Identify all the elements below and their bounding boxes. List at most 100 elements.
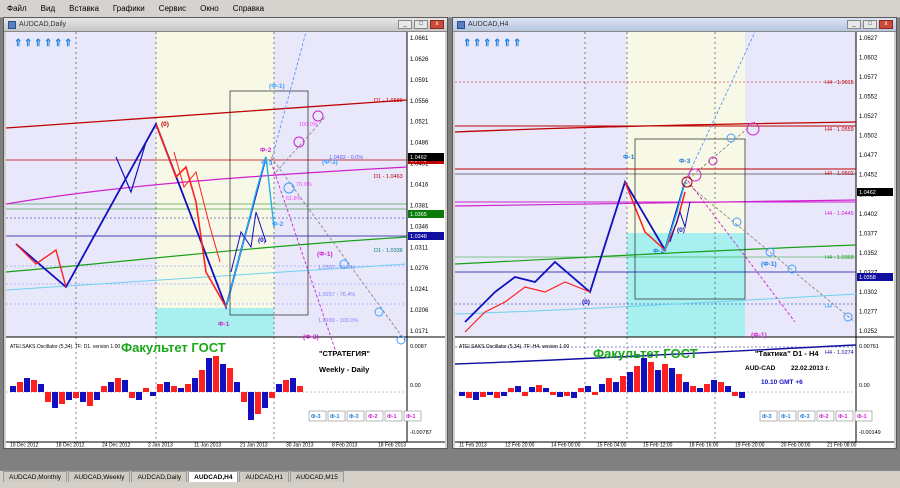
- date-tick-label: 15 Feb 04:00: [597, 443, 627, 449]
- chart-titlebar-daily[interactable]: AUDCAD,Daily _ □ x: [4, 18, 447, 32]
- note-text: "СТРАТЕГИЯ": [319, 349, 370, 358]
- oscillator-bar: [213, 356, 219, 392]
- oscillator-bar: [494, 392, 500, 398]
- date-tick-label: 11 Feb 2013: [459, 443, 487, 449]
- wave-button-label: Ф-1: [387, 414, 397, 420]
- note-text: Weekly - Daily: [319, 365, 370, 374]
- date-tick-label: 21 Jan 2013: [240, 443, 268, 449]
- menu-bar: Файл Вид Вставка Графики Сервис Окно Справка: [0, 0, 900, 18]
- level-label: 61.8%: [286, 196, 302, 202]
- note-text: 10.10 GMT +6: [761, 379, 803, 386]
- oscillator-bar: [108, 382, 114, 392]
- osc-scale-label: 0.00: [859, 383, 870, 389]
- menu-item-0[interactable]: Файл: [0, 0, 34, 17]
- level-label: H4 - 1.0502: [825, 171, 854, 177]
- price-tick-label: 1.0416: [410, 183, 429, 189]
- date-tick-label: 24 Dec 2012: [102, 443, 131, 449]
- menu-item-2[interactable]: Вставка: [62, 0, 106, 17]
- chart-icon: [457, 20, 465, 29]
- oscillator-bar: [732, 392, 738, 396]
- menu-item-3[interactable]: Графики: [106, 0, 152, 17]
- price-tick-label: 1.0241: [410, 287, 429, 293]
- price-tick-label: 1.0486: [410, 141, 429, 147]
- oscillator-bar: [192, 378, 198, 392]
- chart-svg-h4[interactable]: 1.0627 1.0602 1.0577 1.0552 1.0527 1.0502 1.04…: [455, 32, 894, 448]
- maximize-button[interactable]: □: [863, 20, 877, 29]
- price-tick-label: 1.0577: [859, 75, 878, 81]
- current-price-label: 1.0462: [859, 190, 876, 196]
- chart-title-daily: AUDCAD,Daily: [19, 21, 67, 28]
- menu-item-1[interactable]: Вид: [34, 0, 62, 17]
- date-tick-label: 30 Jan 2013: [286, 443, 314, 449]
- oscillator-bar: [599, 384, 605, 392]
- oscillator-bar: [241, 392, 247, 402]
- level-label: H4 - 1.0368: [825, 255, 854, 261]
- oscillator-bar: [536, 385, 542, 392]
- menu-item-4[interactable]: Сервис: [152, 0, 193, 17]
- note-text: AUD-CAD: [745, 365, 776, 372]
- oscillator-bar: [669, 368, 675, 392]
- close-button[interactable]: x: [879, 20, 893, 29]
- chart-titlebar-h4[interactable]: AUDCAD,H4 _ □ x: [453, 18, 896, 32]
- menu-item-5[interactable]: Окно: [193, 0, 226, 17]
- oscillator-bar: [655, 370, 661, 392]
- menu-item-6[interactable]: Справка: [226, 0, 271, 17]
- level-label: 70.0%: [296, 182, 312, 188]
- oscillator-bar: [136, 392, 142, 400]
- cyan-zone: [156, 308, 274, 337]
- watermark-text: Факультет ГОСТ: [121, 340, 226, 355]
- wave-button-label: Ф-2: [819, 414, 829, 420]
- date-tick-label: 21 Feb 08:00: [827, 443, 857, 449]
- price-tick-label: 1.0352: [859, 251, 878, 257]
- oscillator-bar: [24, 378, 30, 392]
- oscillator-bar: [480, 392, 486, 397]
- up-arrow-icon: ⇑: [54, 38, 62, 49]
- wave-button-label: Ф-1: [781, 414, 791, 420]
- chart-canvas-daily[interactable]: 1.0661 1.0626 1.0591 1.0556 1.0521 1.0486 1.04…: [6, 32, 445, 448]
- oscillator-bar: [297, 386, 303, 392]
- wave-button-label: Ф-3: [762, 414, 772, 420]
- price-tag-label: 1.0348: [410, 234, 427, 240]
- wave-label: Ф-3: [679, 158, 691, 165]
- wave-button-label: Ф-2: [368, 414, 378, 420]
- oscillator-bar: [515, 386, 521, 392]
- oscillator-bar: [17, 382, 23, 392]
- oscillator-bar: [234, 382, 240, 392]
- minimize-button[interactable]: _: [847, 20, 861, 29]
- price-tick-label: 1.0402: [859, 212, 878, 218]
- level-label: H4 - 1.0274: [825, 350, 854, 356]
- chart-canvas-h4[interactable]: 1.0627 1.0602 1.0577 1.0552 1.0527 1.0502 1.04…: [455, 32, 894, 448]
- oscillator-bar: [473, 392, 479, 400]
- price-tick-label: 1.0591: [410, 78, 429, 84]
- minimize-button[interactable]: _: [398, 20, 412, 29]
- date-tick-label: 10 Dec 2012: [10, 443, 39, 449]
- chart-svg-daily[interactable]: 1.0661 1.0626 1.0591 1.0556 1.0521 1.0486 1.04…: [6, 32, 445, 448]
- chart-window-h4[interactable]: AUDCAD,H4 _ □ x 1.0627 1.0602 1.0577 1.0552…: [452, 17, 897, 449]
- oscillator-bar: [690, 386, 696, 392]
- wave-label: (Ф-1): [317, 251, 333, 258]
- oscillator-bar: [52, 392, 58, 408]
- up-arrow-icon: ⇑: [483, 38, 491, 49]
- oscillator-bar: [557, 392, 563, 397]
- date-tick-label: 15 Feb 12:00: [643, 443, 673, 449]
- maximize-button[interactable]: □: [414, 20, 428, 29]
- wave-label: Ф-1: [218, 321, 230, 328]
- up-arrow-icon: ⇑: [14, 38, 22, 49]
- wave-label: (Ф-1): [761, 261, 777, 268]
- price-tick-label: 1.0252: [859, 329, 878, 335]
- up-arrow-icon: ⇑: [473, 38, 481, 49]
- level-label: 100.0%: [299, 122, 318, 128]
- oscillator-bar: [171, 386, 177, 392]
- oscillator-bar: [150, 392, 156, 396]
- close-button[interactable]: x: [430, 20, 444, 29]
- chart-window-daily[interactable]: AUDCAD,Daily _ □ x 1.0661 1.0626 1.0591 1.0…: [3, 17, 448, 449]
- oscillator-bar: [683, 382, 689, 392]
- up-arrow-icon: ⇑: [463, 38, 471, 49]
- oscillator-bar: [45, 392, 51, 402]
- oscillator-bar: [10, 386, 16, 392]
- oscillator-bar: [725, 386, 731, 392]
- date-tick-label: 11 Jan 2013: [194, 443, 221, 449]
- price-tick-label: 1.0277: [859, 309, 878, 315]
- date-tick-label: 18 Feb 16:00: [689, 443, 719, 449]
- oscillator-bar: [73, 392, 79, 398]
